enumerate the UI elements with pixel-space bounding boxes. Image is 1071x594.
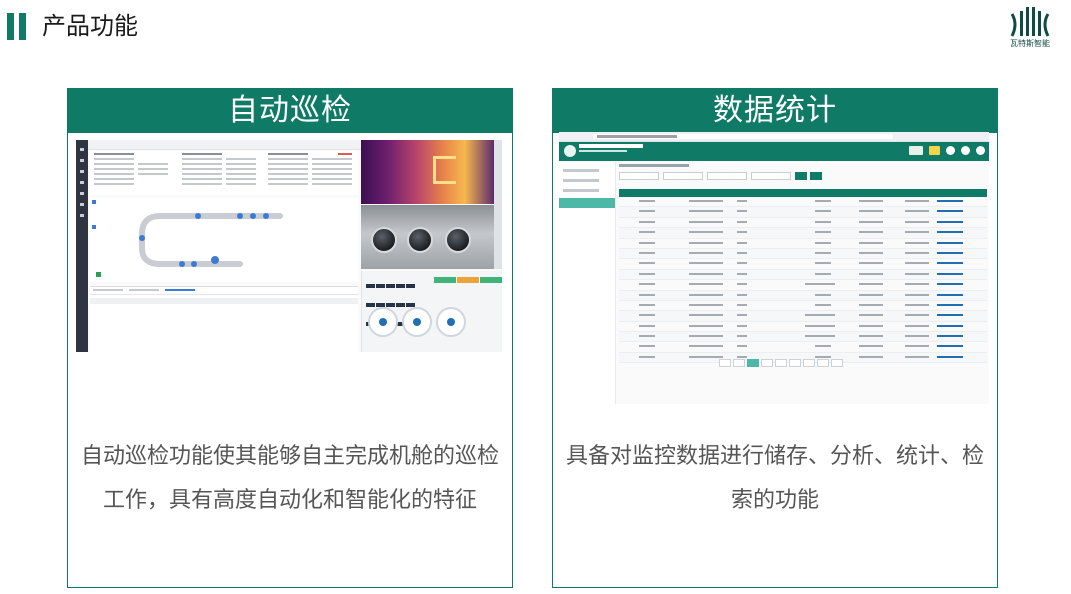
direction-dial-icon <box>402 307 432 337</box>
screenshot-browser-bar <box>559 132 989 142</box>
data-statistics-heading: 数据统计 <box>553 89 997 133</box>
company-logo: 瓦特斯智能 <box>1003 6 1057 52</box>
data-statistics-ui-screenshot <box>559 132 989 404</box>
page-title: 产品功能 <box>42 12 138 40</box>
app-logo-icon <box>564 145 576 157</box>
screenshot-pagination <box>719 359 845 378</box>
data-statistics-card: 数据统计 具备对监控数据进行储存、分析、统计、检索的功能 <box>552 88 998 588</box>
screenshot-track-map <box>90 198 358 282</box>
inspection-ui-screenshot <box>76 140 502 352</box>
screenshot-side-nav <box>559 162 616 404</box>
track-path-icon <box>92 200 283 277</box>
screenshot-app-header <box>559 142 989 161</box>
title-accent-bars <box>7 13 26 40</box>
visible-camera-view <box>361 205 494 269</box>
screenshot-scroll-strip <box>494 140 502 269</box>
robot-control-panel <box>361 271 502 352</box>
auto-inspection-heading: 自动巡检 <box>68 89 512 133</box>
screenshot-info-panel <box>90 151 358 195</box>
screenshot-data-table <box>619 189 987 364</box>
direction-dial-icon <box>368 307 398 337</box>
auto-inspection-card: 自动巡检 自动巡检功能使其能够自主完成机舱的巡检工作，具有高度自动化和智能化的特… <box>67 88 513 588</box>
logo-mark-icon <box>1010 7 1050 37</box>
auto-inspection-description: 自动巡检功能使其能够自主完成机舱的巡检工作，具有高度自动化和智能化的特征 <box>80 444 499 513</box>
logo-text: 瓦特斯智能 <box>1010 39 1050 48</box>
thermal-camera-view <box>361 140 494 204</box>
screenshot-breadcrumb <box>619 164 689 167</box>
direction-dial-icon <box>436 307 466 337</box>
screenshot-task-table <box>90 286 358 352</box>
screenshot-sidebar <box>76 140 88 352</box>
data-statistics-description: 具备对监控数据进行储存、分析、统计、检索的功能 <box>565 444 984 513</box>
